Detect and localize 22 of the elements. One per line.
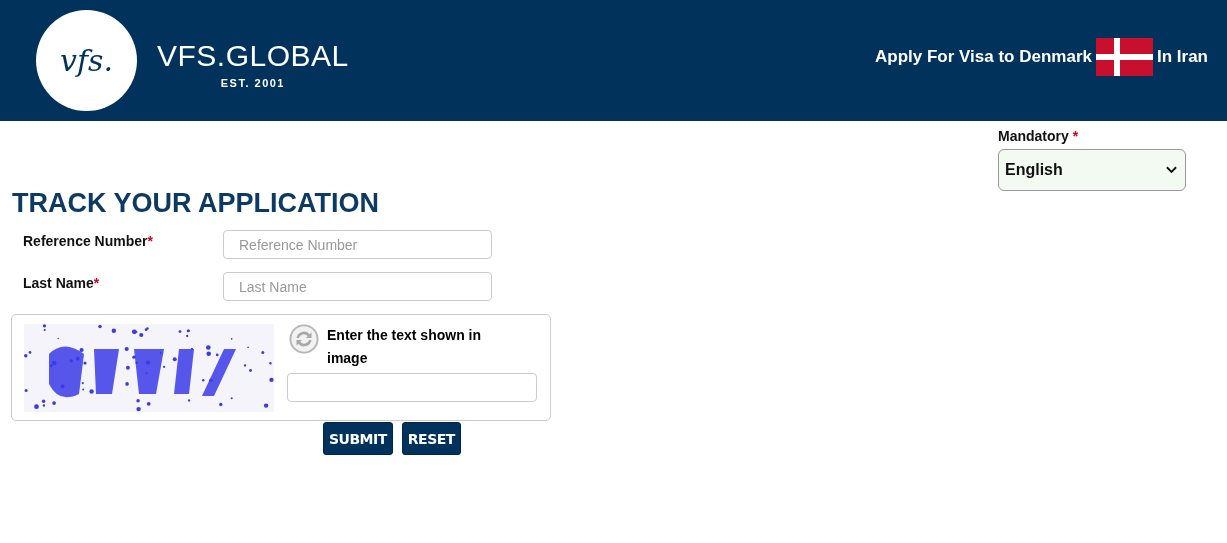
field-label: Last Name [23, 275, 94, 291]
logo-tagline: EST. 2001 [220, 76, 285, 89]
page-title: TRACK YOUR APPLICATION [12, 188, 380, 218]
location-text: In Iran [1157, 46, 1208, 67]
refresh-icon[interactable] [289, 324, 319, 354]
form-button[interactable]: RESET [401, 422, 461, 455]
logo-monogram: vfs. [60, 43, 113, 78]
language-select[interactable]: English [998, 149, 1186, 191]
text-field[interactable]: Reference Number [223, 230, 492, 259]
captcha-field[interactable] [287, 373, 537, 402]
logo-wordmark: VFS.GLOBAL [157, 40, 349, 71]
required-mark: * [1072, 128, 1079, 144]
required-mark: * [93, 275, 100, 291]
form-button[interactable]: SUBMIT [323, 422, 393, 455]
chevron-icon [1166, 166, 1177, 174]
field-label: Reference Number [23, 233, 148, 249]
apply-text: Apply For Visa to Denmark [875, 46, 1092, 67]
flag-icon [1096, 37, 1153, 76]
captcha-prompt: Enter the text shown in image [327, 326, 482, 368]
language-label: Mandatory [998, 128, 1069, 144]
required-mark: * [147, 233, 153, 249]
text-field[interactable]: Last Name [223, 272, 492, 301]
